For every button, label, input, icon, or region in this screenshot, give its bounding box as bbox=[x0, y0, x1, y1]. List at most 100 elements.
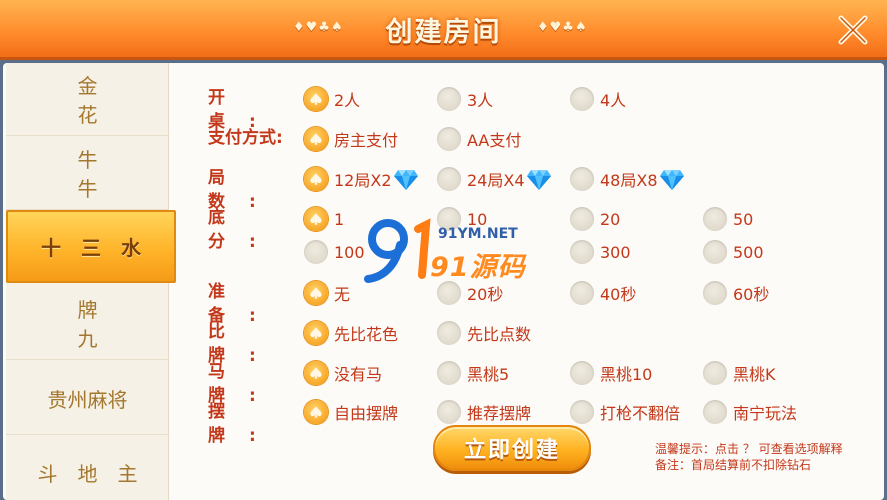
sidebar-item-shisanshui[interactable]: 十三水 bbox=[6, 210, 176, 283]
option-base-1[interactable]: 1 bbox=[304, 206, 344, 232]
radio-unselected[interactable] bbox=[570, 240, 594, 264]
option-label: 500 bbox=[733, 242, 764, 262]
option-label: AA支付 bbox=[467, 131, 522, 150]
option-spade-10[interactable]: 黑桃10 bbox=[570, 360, 652, 386]
radio-unselected[interactable] bbox=[437, 87, 461, 111]
option-label: 南宁玩法 bbox=[733, 404, 798, 423]
option-nanning-rules[interactable]: 南宁玩法 bbox=[703, 399, 797, 425]
option-recommended-arrange[interactable]: 推荐摆牌 bbox=[437, 399, 531, 425]
option-24-rounds[interactable]: 24局X4 bbox=[437, 166, 551, 192]
option-ready-40s[interactable]: 40秒 bbox=[570, 280, 636, 306]
radio-selected[interactable] bbox=[304, 400, 328, 424]
option-label: 房主支付 bbox=[334, 131, 399, 150]
label-horse-card: 马牌: bbox=[208, 362, 280, 406]
radio-unselected[interactable] bbox=[570, 87, 594, 111]
sidebar-item-jinhua[interactable]: 金花 bbox=[6, 63, 169, 136]
spade-icon bbox=[309, 212, 323, 226]
radio-unselected[interactable] bbox=[570, 281, 594, 305]
sidebar-item-doudizhu[interactable]: 斗地主 bbox=[6, 436, 169, 500]
option-ready-none[interactable]: 无 bbox=[304, 280, 350, 306]
radio-unselected[interactable] bbox=[703, 207, 727, 231]
option-free-arrange[interactable]: 自由摆牌 bbox=[304, 399, 398, 425]
radio-unselected[interactable] bbox=[304, 240, 328, 264]
option-aa-pay[interactable]: AA支付 bbox=[437, 126, 521, 152]
option-label: 无 bbox=[334, 285, 351, 304]
option-no-horse[interactable]: 没有马 bbox=[304, 360, 382, 386]
option-label: 60秒 bbox=[733, 285, 770, 304]
close-icon[interactable] bbox=[833, 10, 873, 50]
sidebar-item-guizhou-mahjong[interactable]: 贵州麻将 bbox=[6, 362, 169, 435]
option-base-20[interactable]: 20 bbox=[570, 206, 620, 232]
option-label: 黑桃5 bbox=[467, 365, 510, 384]
option-base-50[interactable]: 50 bbox=[703, 206, 753, 232]
option-host-pay[interactable]: 房主支付 bbox=[304, 126, 398, 152]
radio-unselected[interactable] bbox=[570, 207, 594, 231]
option-spade-5[interactable]: 黑桃5 bbox=[437, 360, 509, 386]
option-4-players[interactable]: 4人 bbox=[570, 86, 626, 112]
spade-icon bbox=[309, 366, 323, 380]
spade-icon bbox=[309, 405, 323, 419]
option-label: 黑桃10 bbox=[600, 365, 653, 384]
option-ready-60s[interactable]: 60秒 bbox=[703, 280, 769, 306]
label-compare: 比牌: bbox=[208, 322, 280, 366]
option-label: 4人 bbox=[600, 91, 627, 110]
suit-decoration-right: ♦♥♣♠ bbox=[537, 20, 588, 35]
option-48-rounds[interactable]: 48局X8 bbox=[570, 166, 684, 192]
watermark-name: 91源码 bbox=[430, 252, 526, 283]
radio-unselected[interactable] bbox=[437, 400, 461, 424]
diamond-icon bbox=[527, 168, 551, 190]
radio-unselected[interactable] bbox=[437, 361, 461, 385]
game-type-sidebar: 金花 牛牛 十三水 牌九 贵州麻将 斗地主 bbox=[6, 63, 176, 500]
label-base-score: 底分: bbox=[208, 208, 280, 252]
diamond-icon bbox=[394, 168, 418, 190]
radio-unselected[interactable] bbox=[570, 361, 594, 385]
radio-unselected[interactable] bbox=[437, 167, 461, 191]
option-3-players[interactable]: 3人 bbox=[437, 86, 493, 112]
label-ready: 准备: bbox=[208, 282, 280, 326]
radio-selected[interactable] bbox=[304, 361, 328, 385]
option-base-300[interactable]: 300 bbox=[570, 239, 631, 265]
sidebar-item-niuniu[interactable]: 牛牛 bbox=[6, 137, 169, 210]
radio-selected[interactable] bbox=[304, 207, 328, 231]
option-2-players[interactable]: 2人 bbox=[304, 86, 360, 112]
create-room-button[interactable]: 立即创建 bbox=[433, 425, 591, 471]
radio-unselected[interactable] bbox=[703, 400, 727, 424]
label-rounds: 局数: bbox=[208, 168, 280, 212]
title-bar: ♦♥♣♠ 创建房间 ♦♥♣♠ bbox=[0, 0, 887, 60]
page-title: 创建房间 bbox=[385, 17, 502, 48]
option-label: 先比花色 bbox=[334, 325, 399, 344]
sidebar-item-label: 贵州麻将 bbox=[47, 387, 128, 412]
radio-selected[interactable] bbox=[304, 127, 328, 151]
radio-selected[interactable] bbox=[304, 281, 328, 305]
option-12-rounds[interactable]: 12局X2 bbox=[304, 166, 418, 192]
option-no-double-shot[interactable]: 打枪不翻倍 bbox=[570, 399, 680, 425]
radio-unselected[interactable] bbox=[437, 127, 461, 151]
sidebar-item-label: 斗地主 bbox=[37, 462, 158, 486]
sidebar-item-paijiu[interactable]: 牌九 bbox=[6, 287, 169, 360]
option-label: 12局X2 bbox=[334, 171, 392, 190]
radio-unselected[interactable] bbox=[703, 281, 727, 305]
radio-selected[interactable] bbox=[304, 321, 328, 345]
tip-hint: 温馨提示：点击 ？ 可查看选项解释 bbox=[655, 442, 843, 456]
radio-selected[interactable] bbox=[304, 87, 328, 111]
option-compare-suit[interactable]: 先比花色 bbox=[304, 320, 398, 346]
sidebar-item-label: 金花 bbox=[77, 74, 148, 127]
spade-icon bbox=[309, 286, 323, 300]
option-label: 自由摆牌 bbox=[334, 404, 399, 423]
spade-icon bbox=[309, 172, 323, 186]
option-spade-k[interactable]: 黑桃K bbox=[703, 360, 776, 386]
radio-unselected[interactable] bbox=[703, 361, 727, 385]
tip-note: 备注：首局结算前不扣除钻石 bbox=[655, 458, 812, 472]
radio-unselected[interactable] bbox=[437, 321, 461, 345]
option-label: 2人 bbox=[334, 91, 361, 110]
spade-icon bbox=[309, 92, 323, 106]
option-label: 24局X4 bbox=[467, 171, 525, 190]
option-base-500[interactable]: 500 bbox=[703, 239, 764, 265]
option-label: 没有马 bbox=[334, 365, 383, 384]
radio-unselected[interactable] bbox=[703, 240, 727, 264]
option-label: 打枪不翻倍 bbox=[600, 404, 681, 423]
option-compare-points[interactable]: 先比点数 bbox=[437, 320, 531, 346]
radio-selected[interactable] bbox=[304, 167, 328, 191]
radio-unselected[interactable] bbox=[570, 400, 594, 424]
radio-unselected[interactable] bbox=[570, 167, 594, 191]
